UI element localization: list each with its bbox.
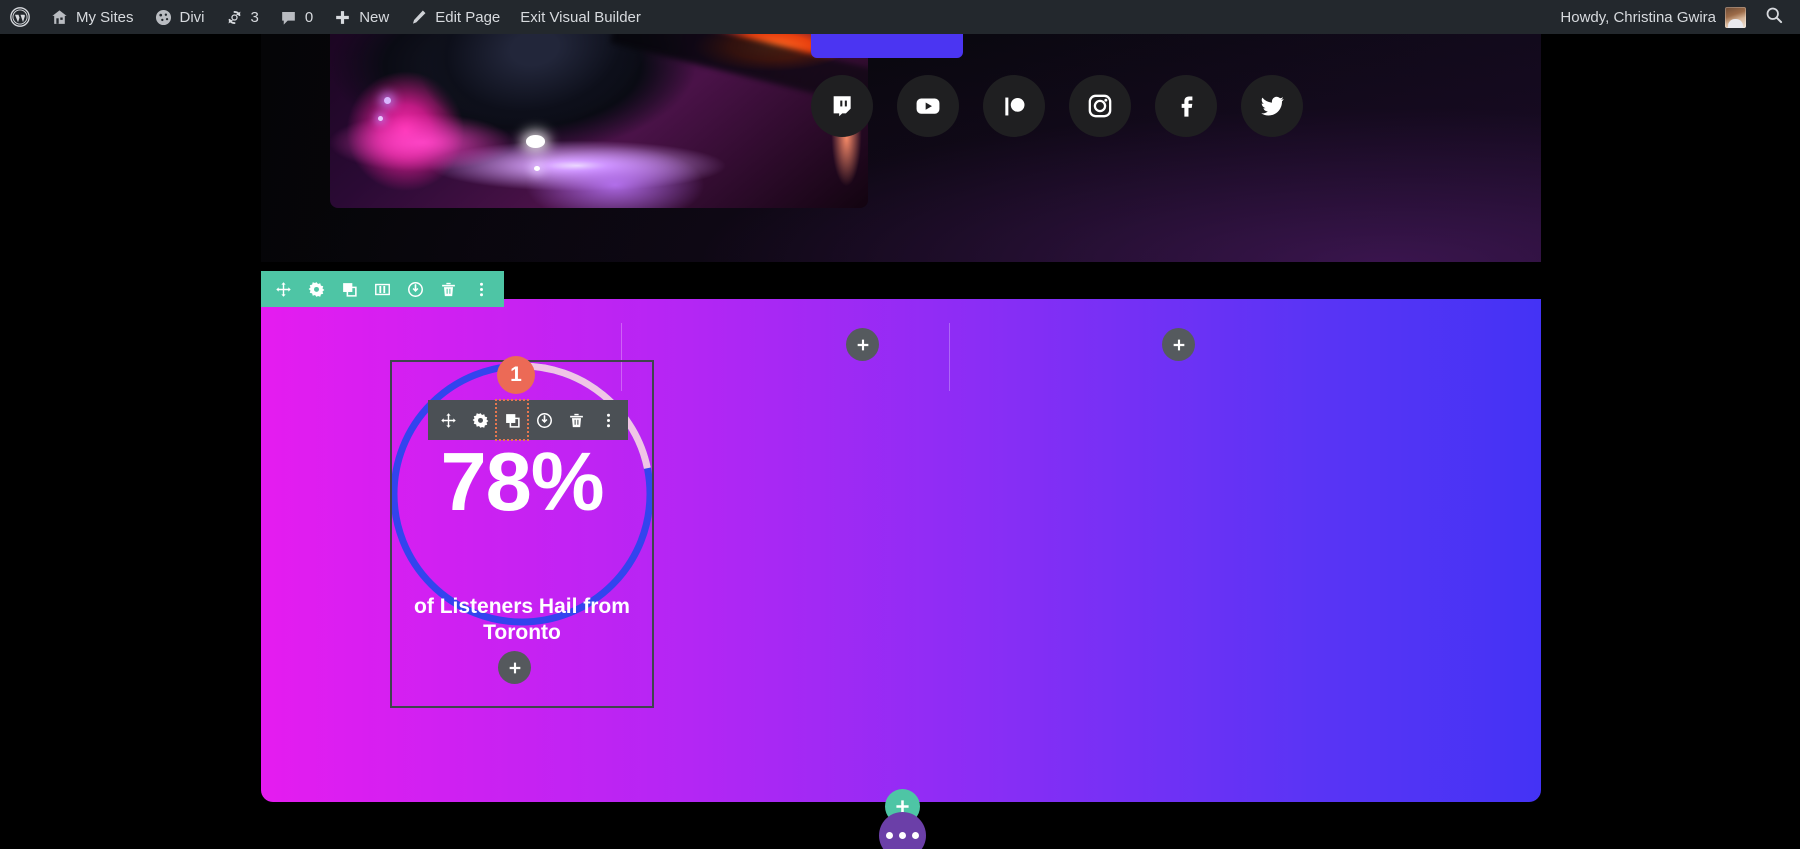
admin-bar-label: My Sites <box>76 8 134 26</box>
social-link-patreon[interactable] <box>983 75 1045 137</box>
section-toolbar <box>261 271 504 307</box>
hero-section <box>261 34 1541 262</box>
wordpress-logo-icon <box>10 7 30 27</box>
move-section-button[interactable] <box>267 271 300 307</box>
admin-bar-search-button[interactable] <box>1756 5 1800 29</box>
youtube-icon <box>914 92 942 120</box>
facebook-icon <box>1173 93 1199 119</box>
menu-dot <box>899 832 906 839</box>
delete-section-button[interactable] <box>432 271 465 307</box>
admin-bar-item-updates[interactable]: 3 <box>215 0 269 34</box>
admin-bar-label: New <box>359 8 390 26</box>
move-icon <box>275 281 292 298</box>
section-more-button[interactable] <box>465 271 498 307</box>
duplicate-section-button[interactable] <box>333 271 366 307</box>
section-columns-button[interactable] <box>366 271 399 307</box>
plus-icon <box>1173 339 1184 350</box>
move-module-button[interactable] <box>432 400 464 440</box>
admin-bar-item-my-sites[interactable]: My Sites <box>40 0 144 34</box>
admin-bar-label: Exit Visual Builder <box>520 8 641 26</box>
social-link-twitter[interactable] <box>1241 75 1303 137</box>
updates-icon <box>225 8 244 27</box>
admin-bar-label: Edit Page <box>435 8 501 26</box>
gear-icon <box>308 281 325 298</box>
social-link-facebook[interactable] <box>1155 75 1217 137</box>
twitch-icon <box>829 93 855 119</box>
duplicate-icon <box>504 412 521 429</box>
section-settings-button[interactable] <box>300 271 333 307</box>
duplicate-icon <box>341 281 358 298</box>
admin-bar-label: 3 <box>250 8 259 26</box>
move-icon <box>440 412 457 429</box>
admin-bar-label: Divi <box>179 8 205 26</box>
module-order-badge: 1 <box>497 356 535 394</box>
screen: My Sites Divi 3 0 New Edit Page Exit Vis… <box>0 0 1800 849</box>
module-toolbar <box>428 399 628 441</box>
social-links-row <box>811 75 1303 137</box>
social-link-twitch[interactable] <box>811 75 873 137</box>
page-canvas: 78% of Listeners Hail from Toronto 1 <box>0 34 1800 849</box>
admin-bar-account-menu[interactable]: Howdy, Christina Gwira <box>1550 6 1756 28</box>
add-module-column-3[interactable] <box>1162 328 1195 361</box>
avatar <box>1725 6 1746 28</box>
search-icon <box>1764 5 1784 29</box>
twitter-icon <box>1259 93 1286 120</box>
admin-bar-item-exit-visual-builder[interactable]: Exit Visual Builder <box>510 0 651 34</box>
disable-module-button[interactable] <box>528 400 560 440</box>
delete-module-button[interactable] <box>560 400 592 440</box>
disable-section-button[interactable] <box>399 271 432 307</box>
more-vertical-icon <box>473 281 490 298</box>
column-divider <box>949 323 950 391</box>
admin-bar-item-comments[interactable]: 0 <box>269 0 323 34</box>
plus-icon <box>509 662 520 673</box>
social-link-youtube[interactable] <box>897 75 959 137</box>
admin-bar-item-divi[interactable]: Divi <box>144 0 215 34</box>
power-icon <box>407 281 424 298</box>
plus-icon <box>857 339 868 350</box>
howdy-label: Howdy, Christina Gwira <box>1560 8 1716 26</box>
module-more-button[interactable] <box>592 400 624 440</box>
admin-bar-item-new[interactable]: New <box>323 0 399 34</box>
admin-bar-label: 0 <box>304 8 314 26</box>
divi-icon <box>154 8 173 27</box>
power-icon <box>536 412 553 429</box>
menu-dot <box>912 832 919 839</box>
trash-icon <box>568 412 585 429</box>
gear-icon <box>472 412 489 429</box>
wp-admin-bar: My Sites Divi 3 0 New Edit Page Exit Vis… <box>0 0 1800 34</box>
plus-icon <box>333 8 352 27</box>
patreon-icon <box>1002 94 1027 119</box>
social-link-instagram[interactable] <box>1069 75 1131 137</box>
trash-icon <box>440 281 457 298</box>
comment-icon <box>279 8 298 27</box>
menu-dot <box>886 832 893 839</box>
add-module-column-1[interactable] <box>498 651 531 684</box>
admin-bar-item-edit-page[interactable]: Edit Page <box>399 0 510 34</box>
admin-bar-right-group: Howdy, Christina Gwira <box>1550 5 1800 29</box>
more-vertical-icon <box>600 412 617 429</box>
instagram-icon <box>1087 93 1113 119</box>
duplicate-module-button[interactable] <box>495 399 529 441</box>
page-settings-menu-button[interactable] <box>879 812 926 849</box>
add-module-column-2[interactable] <box>846 328 879 361</box>
pencil-icon <box>409 8 428 27</box>
hero-image <box>330 34 868 208</box>
hero-cta-button[interactable] <box>811 34 963 58</box>
module-settings-button[interactable] <box>464 400 496 440</box>
home-icon <box>50 8 69 27</box>
wp-logo-menu[interactable] <box>0 0 40 34</box>
columns-icon <box>374 281 391 298</box>
